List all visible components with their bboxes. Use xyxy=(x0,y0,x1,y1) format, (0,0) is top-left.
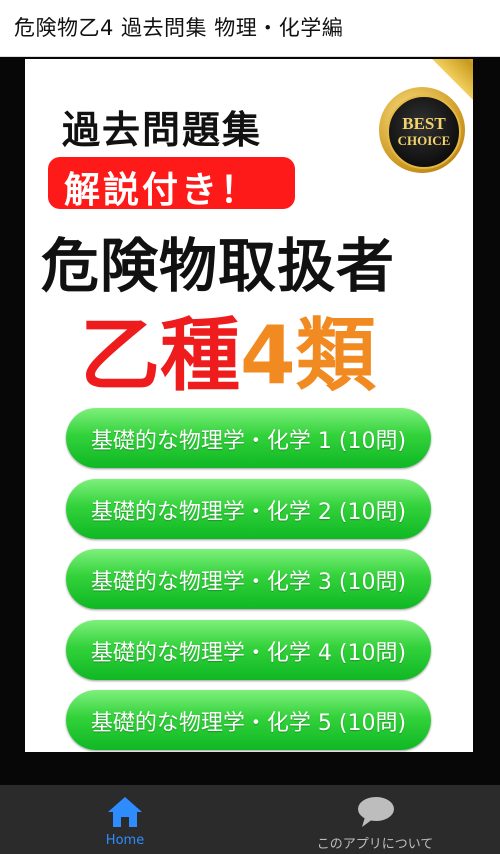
app-title-bar: 危険物乙4 過去問集 物理・化学編 xyxy=(0,0,500,57)
quiz-button-label: 基礎的な物理学・化学 4 (10問) xyxy=(90,641,407,666)
quiz-button-3[interactable]: 基礎的な物理学・化学 3 (10問) xyxy=(66,549,431,609)
explanation-tag: 解説付き！ xyxy=(48,157,295,211)
badge-line2: CHOICE xyxy=(397,133,451,148)
badge-center: BEST CHOICE xyxy=(387,95,461,169)
quiz-button-5[interactable]: 基礎的な物理学・化学 5 (10問) xyxy=(66,690,431,750)
nav-item-home[interactable]: Home xyxy=(0,785,250,854)
license-kind-part2: 4類 xyxy=(240,309,376,402)
explanation-tag-label: 解説付き！ xyxy=(64,170,260,211)
quiz-button-label: 基礎的な物理学・化学 2 (10問) xyxy=(90,500,407,525)
quiz-button-1[interactable]: 基礎的な物理学・化学 1 (10問) xyxy=(66,408,431,468)
quiz-button-2[interactable]: 基礎的な物理学・化学 2 (10問) xyxy=(66,479,431,539)
quiz-button-label: 基礎的な物理学・化学 3 (10問) xyxy=(90,570,407,595)
license-kind-part1: 乙種 xyxy=(80,309,240,402)
banner-subtitle: 過去問題集 xyxy=(62,108,263,152)
banner-card: BEST CHOICE 過去問題集 解説付き！ 危険物取扱者 乙種4類 基礎的な… xyxy=(25,59,473,752)
home-icon xyxy=(108,797,142,827)
app-title: 危険物乙4 過去問集 物理・化学編 xyxy=(14,16,344,40)
main-content: BEST CHOICE 過去問題集 解説付き！ 危険物取扱者 乙種4類 基礎的な… xyxy=(0,57,500,785)
chat-bubble-icon xyxy=(358,797,394,827)
best-choice-badge: BEST CHOICE xyxy=(379,87,465,173)
bottom-navigation: Home このアプリについて xyxy=(0,785,500,854)
quiz-button-label: 基礎的な物理学・化学 5 (10問) xyxy=(90,711,407,736)
nav-item-label: このアプリについて xyxy=(316,837,434,852)
nav-item-label: Home xyxy=(105,833,145,848)
license-kind: 乙種4類 xyxy=(80,291,376,407)
badge-line1: BEST xyxy=(402,114,446,133)
nav-item-about[interactable]: このアプリについて xyxy=(250,785,500,854)
quiz-button-label: 基礎的な物理学・化学 1 (10問) xyxy=(90,429,407,454)
quiz-button-4[interactable]: 基礎的な物理学・化学 4 (10問) xyxy=(66,620,431,680)
